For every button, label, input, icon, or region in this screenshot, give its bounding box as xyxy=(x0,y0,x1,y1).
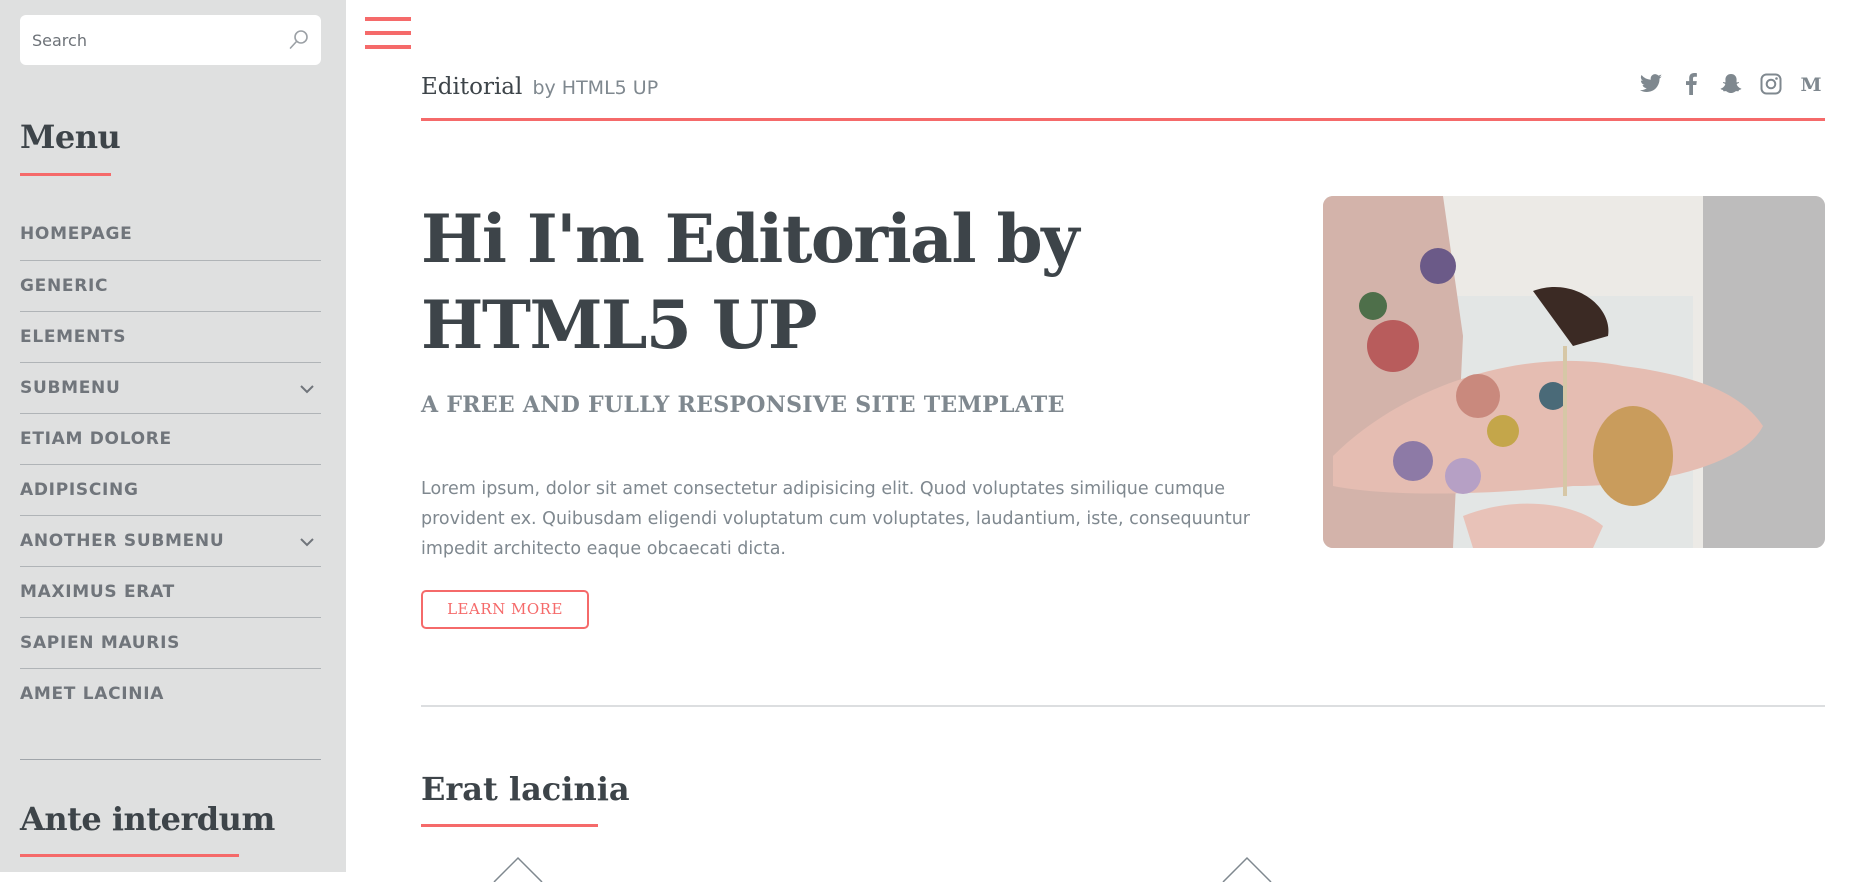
sidebar-item-homepage[interactable]: Homepage xyxy=(20,209,321,260)
social-icons: M xyxy=(1637,70,1825,98)
hero-text: Lorem ipsum, dolor sit amet consectetur … xyxy=(421,479,1250,559)
sidebar: Menu Homepage Generic Elements Submenu E… xyxy=(0,0,346,872)
sidebar-item-generic[interactable]: Generic xyxy=(20,260,321,311)
sidebar-item-elements[interactable]: Elements xyxy=(20,311,321,362)
logo-main: Editorial xyxy=(421,74,523,100)
sidebar-item-label: Sapien Mauris xyxy=(20,633,181,653)
sidebar-item-label: Another Submenu xyxy=(20,531,225,551)
section-divider xyxy=(421,705,1825,707)
sidebar-item-label: Submenu xyxy=(20,378,121,398)
logo-sub: by HTML5 UP xyxy=(532,77,659,99)
snapchat-icon[interactable] xyxy=(1717,70,1745,98)
search-icon[interactable] xyxy=(287,28,311,52)
sidebar-item-another-submenu[interactable]: Another Submenu xyxy=(20,515,321,566)
sidebar-item-sapien-mauris[interactable]: Sapien Mauris xyxy=(20,617,321,668)
hero-photo xyxy=(1323,196,1825,548)
sidebar-item-submenu[interactable]: Submenu xyxy=(20,362,321,413)
sidebar-item-label: Etiam Dolore xyxy=(20,429,172,449)
section-title: Erat lacinia xyxy=(421,770,630,808)
feature-diamond-icon xyxy=(1222,856,1272,882)
menu-heading-underline xyxy=(20,173,111,176)
menu-heading-label: Menu xyxy=(20,118,121,156)
chevron-down-icon[interactable] xyxy=(299,381,315,397)
sidebar-item-label: Adipiscing xyxy=(20,480,139,500)
feature-diamond-icon xyxy=(493,856,543,882)
hero-subtitle: A free and fully responsive site templat… xyxy=(421,392,1065,418)
sidebar-item-label: Amet Lacinia xyxy=(20,684,165,704)
chevron-down-icon[interactable] xyxy=(299,534,315,550)
menu-toggle-icon[interactable] xyxy=(365,17,411,51)
sidebar-item-etiam-dolore[interactable]: Etiam Dolore xyxy=(20,413,321,464)
twitter-icon[interactable] xyxy=(1637,70,1665,98)
burger-bar xyxy=(365,45,411,49)
sidebar-divider xyxy=(20,759,321,760)
sidebar-item-label: Elements xyxy=(20,327,127,347)
learn-more-button[interactable]: Learn More xyxy=(421,590,589,629)
sidebar-item-label: Homepage xyxy=(20,224,133,244)
ante-interdum-heading: Ante interdum xyxy=(20,800,275,857)
section-title-underline xyxy=(421,824,598,827)
menu-heading: Menu xyxy=(20,118,121,176)
sidebar-item-label: Generic xyxy=(20,276,109,296)
burger-bar xyxy=(365,17,411,21)
header-underline xyxy=(421,118,1825,121)
ante-interdum-underline xyxy=(20,854,239,857)
sidebar-item-amet-lacinia[interactable]: Amet Lacinia xyxy=(20,668,321,719)
hero-image xyxy=(1323,196,1825,548)
search-box xyxy=(20,15,321,65)
header: Editorial by HTML5 UP M xyxy=(421,60,1825,120)
hero-title: Hi I'm Editorial by HTML5 UP xyxy=(421,200,1080,364)
sidebar-item-adipiscing[interactable]: Adipiscing xyxy=(20,464,321,515)
sidebar-item-maximus-erat[interactable]: Maximus Erat xyxy=(20,566,321,617)
sidebar-item-label: Maximus Erat xyxy=(20,582,175,602)
instagram-icon[interactable] xyxy=(1757,70,1785,98)
logo[interactable]: Editorial by HTML5 UP xyxy=(421,74,658,100)
sidebar-menu: Homepage Generic Elements Submenu Etiam … xyxy=(20,209,321,719)
ante-interdum-heading-label: Ante interdum xyxy=(20,800,275,838)
svg-text:M: M xyxy=(1800,74,1821,95)
facebook-icon[interactable] xyxy=(1677,70,1705,98)
burger-bar xyxy=(365,31,411,35)
search-input[interactable] xyxy=(20,15,321,65)
medium-icon[interactable]: M xyxy=(1797,70,1825,98)
